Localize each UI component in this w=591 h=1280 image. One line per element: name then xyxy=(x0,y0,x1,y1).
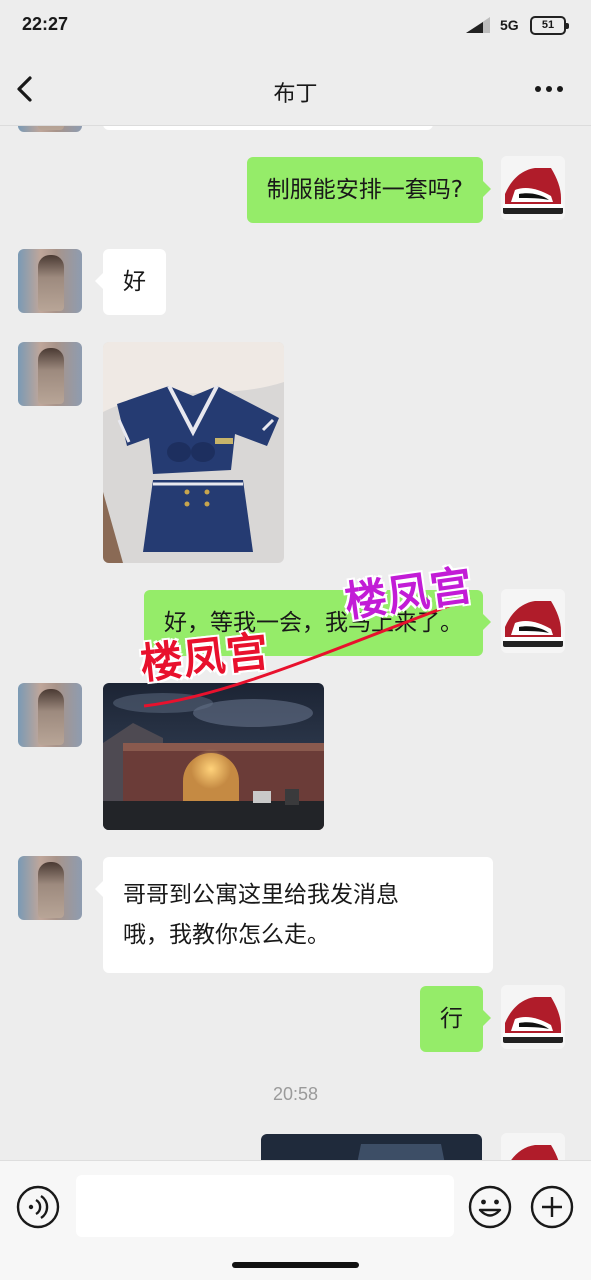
chat-header: 布丁 xyxy=(0,52,591,126)
my-avatar[interactable] xyxy=(501,589,565,653)
message-text-line: 哦，我教你怎么走。 xyxy=(123,922,330,948)
home-indicator[interactable] xyxy=(232,1262,359,1268)
message-bubble-sent[interactable]: 制服能安排一套吗? xyxy=(246,157,492,223)
contact-avatar[interactable] xyxy=(18,683,82,747)
message-list[interactable]: 制服能安排一套吗? 好 好，等我一会，我马上来了。 哥哥到公寓这里给我发消息 哦… xyxy=(0,126,591,1160)
message-text-line: 哥哥到公寓这里给我发消息 xyxy=(123,882,399,908)
message-input[interactable] xyxy=(76,1175,454,1237)
chat-title: 布丁 xyxy=(273,82,318,107)
status-bar: 22:27 5G 51 xyxy=(0,0,591,52)
message-bubble-partial xyxy=(103,126,433,130)
more-dots-icon[interactable] xyxy=(532,76,566,102)
status-time: 22:27 xyxy=(22,14,69,34)
emoji-icon[interactable] xyxy=(468,1185,512,1229)
network-label: 5G xyxy=(500,17,519,33)
battery-icon: 51 xyxy=(530,16,569,35)
avatar[interactable] xyxy=(18,126,82,132)
plus-icon[interactable] xyxy=(530,1185,574,1229)
contact-avatar[interactable] xyxy=(18,342,82,406)
contact-avatar[interactable] xyxy=(18,249,82,313)
my-avatar[interactable] xyxy=(501,985,565,1049)
message-timestamp: 20:58 xyxy=(272,1084,319,1104)
voice-icon[interactable] xyxy=(16,1185,60,1229)
signal-icon xyxy=(466,17,490,33)
my-avatar[interactable] xyxy=(501,1133,565,1160)
message-bubble-received[interactable]: 好 xyxy=(95,249,166,315)
message-bubble-received[interactable]: 哥哥到公寓这里给我发消息 哦，我教你怎么走。 xyxy=(95,857,493,973)
contact-avatar[interactable] xyxy=(18,856,82,920)
image-message-partial[interactable] xyxy=(261,1134,482,1160)
message-bubble-sent[interactable]: 行 xyxy=(420,986,491,1052)
image-message-uniform[interactable] xyxy=(103,342,284,563)
my-avatar[interactable] xyxy=(501,156,565,220)
